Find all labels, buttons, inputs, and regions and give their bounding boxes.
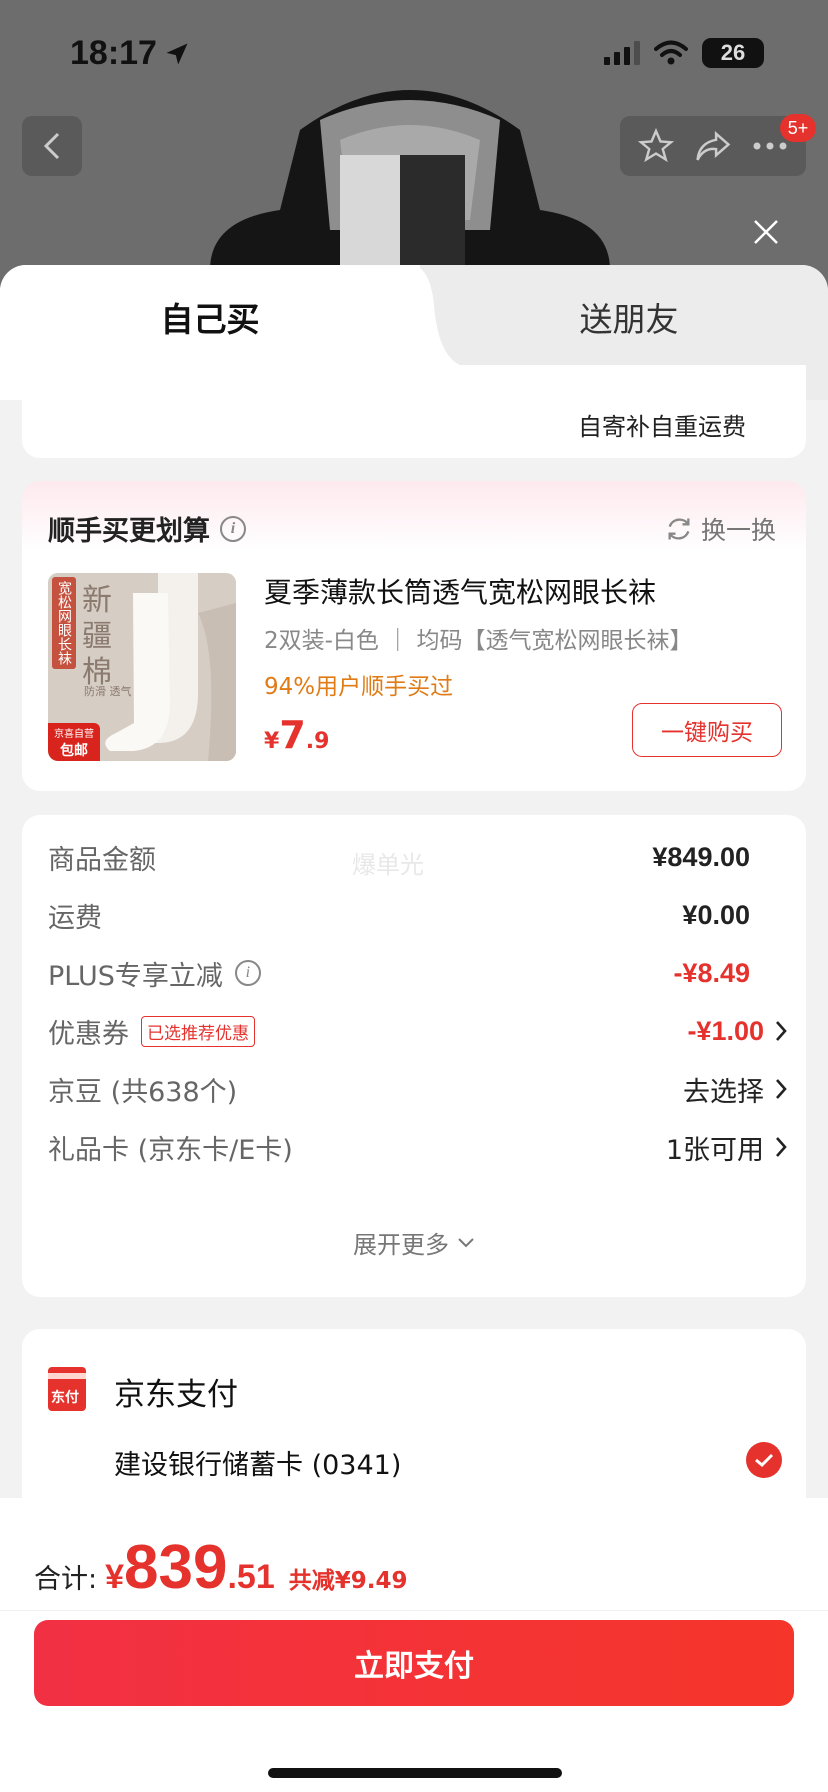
back-icon — [43, 132, 60, 160]
thumb-side-text: 宽松网眼长袜 — [52, 577, 76, 669]
shipping-note: 自寄补自重运费 — [578, 413, 746, 441]
one-click-buy-button[interactable]: 一键购买 — [632, 703, 782, 757]
wifi-icon — [654, 40, 688, 65]
time-text: 18:17 — [70, 34, 157, 72]
total-int: 839 — [124, 1533, 228, 1602]
row-shipping: 运费 ¥0.00 — [48, 895, 788, 935]
close-icon — [754, 220, 778, 244]
expand-more-label: 展开更多 — [353, 1231, 449, 1259]
row-label-wrap: PLUS专享立减 i — [48, 954, 261, 993]
refresh-button[interactable]: 换一换 — [665, 511, 776, 547]
row-value: ¥849.00 — [652, 841, 750, 872]
share-icon[interactable] — [694, 129, 732, 163]
total-currency: ¥ — [105, 1558, 125, 1596]
status-icons: 26 — [604, 38, 764, 68]
thumb-badge-top: 京喜自营 — [54, 728, 94, 740]
back-button[interactable] — [22, 116, 82, 176]
total-label: 合计: — [34, 1564, 98, 1595]
divider — [0, 1610, 828, 1611]
total-saved: 共减¥9.49 — [288, 1568, 408, 1594]
addon-price: ¥7.9 — [264, 713, 329, 757]
row-value-wrap: 去选择 — [683, 1070, 788, 1109]
chevron-right-icon — [776, 1021, 787, 1041]
addon-price-dec: .9 — [305, 729, 330, 754]
location-arrow-icon — [166, 43, 188, 64]
chevron-right-icon — [776, 1137, 787, 1157]
row-label: 京豆 (共638个) — [48, 1076, 238, 1108]
row-label: 优惠券 — [48, 1018, 129, 1050]
addon-product-spec: 2双装-白色 ｜ 均码【透气宽松网眼长袜】 — [264, 628, 693, 654]
addon-price-int: 7 — [279, 713, 306, 757]
status-bar: 18:17 26 — [0, 0, 828, 100]
check-icon — [755, 1453, 774, 1468]
address-card-tail: 自寄补自重运费 — [22, 365, 806, 458]
tab-gift-label: 送朋友 — [579, 300, 679, 339]
payment-title: 京东支付 — [114, 1377, 238, 1413]
row-coupon[interactable]: 优惠券 已选推荐优惠 -¥1.00 — [48, 1011, 788, 1051]
row-gift-card[interactable]: 礼品卡 (京东卡/E卡) 1张可用 — [48, 1127, 788, 1167]
row-goods-amount: 商品金额 ¥849.00 — [48, 837, 788, 877]
message-badge: 5+ — [780, 114, 816, 142]
close-button[interactable] — [748, 214, 784, 250]
row-label-wrap: 优惠券 已选推荐优惠 — [48, 1012, 255, 1051]
row-label: PLUS专享立减 — [48, 960, 223, 992]
row-label: 运费 — [48, 902, 102, 934]
order-summary-card: 爆单光 商品金额 ¥849.00 运费 ¥0.00 PLUS专享立减 i -¥8… — [22, 815, 806, 1297]
expand-more-button[interactable]: 展开更多 — [22, 1225, 806, 1260]
total-amount: ¥839.51 — [105, 1532, 275, 1603]
thumb-feature-text: 防滑 透气 — [84, 685, 132, 698]
info-icon[interactable]: i — [220, 515, 246, 542]
addon-card: 顺手买更划算 i 换一换 宽松网眼长袜 新 疆 棉 防滑 透气 京喜自营 包邮 … — [22, 481, 806, 791]
total-dec: .51 — [227, 1558, 275, 1596]
jd-pay-icon: 东付 — [48, 1367, 86, 1411]
jd-pay-icon-text: 东付 — [51, 1390, 79, 1406]
star-icon[interactable] — [638, 128, 674, 164]
thumb-badge-bottom: 包邮 — [60, 742, 88, 759]
refresh-icon — [668, 518, 690, 540]
addon-product-name[interactable]: 夏季薄款长筒透气宽松网眼长袜 — [264, 571, 656, 611]
row-value: 1张可用 — [665, 1134, 764, 1166]
addon-title-text: 顺手买更划算 — [48, 516, 210, 547]
tab-gift[interactable]: 送朋友 — [430, 265, 828, 365]
payment-selected-check[interactable] — [746, 1442, 782, 1478]
refresh-label: 换一换 — [700, 516, 776, 545]
addon-title: 顺手买更划算 i — [48, 509, 246, 548]
addon-thumbnail[interactable]: 宽松网眼长袜 新 疆 棉 防滑 透气 京喜自营 包邮 — [48, 573, 236, 761]
addon-buy-stat: 94%用户顺手买过 — [264, 674, 454, 700]
row-plus-discount: PLUS专享立减 i -¥8.49 — [48, 953, 788, 993]
signal-icon — [604, 41, 640, 65]
info-icon[interactable]: i — [234, 960, 261, 986]
tab-curve — [400, 265, 460, 365]
pay-now-button[interactable]: 立即支付 — [34, 1620, 794, 1706]
nav-actions — [620, 116, 806, 176]
row-value: ¥0.00 — [682, 899, 750, 930]
row-label: 礼品卡 (京东卡/E卡) — [48, 1134, 293, 1166]
chevron-right-icon — [776, 1079, 787, 1099]
checkout-bar: 合计: ¥839.51 共减¥9.49 立即支付 — [0, 1498, 828, 1792]
row-jingdou[interactable]: 京豆 (共638个) 去选择 — [48, 1069, 788, 1109]
home-indicator — [268, 1768, 562, 1778]
chevron-down-icon — [458, 1237, 474, 1247]
addon-price-symbol: ¥ — [264, 729, 280, 754]
row-value: 去选择 — [683, 1076, 764, 1108]
row-label: 商品金额 — [48, 844, 156, 876]
more-icon[interactable] — [752, 141, 788, 151]
battery-indicator: 26 — [702, 38, 764, 68]
coupon-tag: 已选推荐优惠 — [141, 1015, 255, 1047]
total: 合计: ¥839.51 共减¥9.49 — [34, 1532, 408, 1603]
status-time: 18:17 — [70, 34, 191, 73]
thumb-badge: 京喜自营 包邮 — [48, 723, 100, 761]
row-value: -¥8.49 — [673, 957, 750, 988]
row-value-wrap: -¥1.00 — [687, 1016, 788, 1047]
payment-card-option[interactable]: 建设银行储蓄卡 (0341) — [114, 1443, 401, 1482]
row-value-wrap: 1张可用 — [666, 1128, 788, 1167]
row-value: -¥1.00 — [687, 1015, 764, 1046]
tab-self-buy-label: 自己买 — [160, 300, 260, 339]
